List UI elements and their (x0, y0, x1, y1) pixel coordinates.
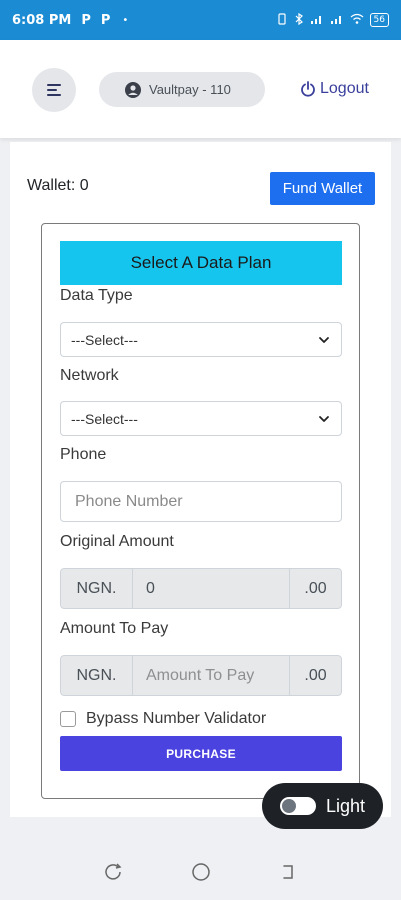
signal-icon (310, 13, 324, 28)
phone-label: Phone (60, 446, 107, 463)
currency-prefix: NGN. (60, 568, 133, 609)
recent-apps-icon (104, 862, 121, 880)
status-time: 6:08 PM (12, 12, 72, 28)
theme-toggle[interactable]: Light (262, 783, 383, 829)
toggle-knob (282, 799, 296, 813)
decimal-suffix: .00 (289, 655, 342, 696)
amount-to-pay-field: Amount To Pay (133, 655, 289, 696)
fund-wallet-button[interactable]: Fund Wallet (270, 172, 375, 205)
wallet-balance: Wallet: 0 (27, 177, 89, 194)
bypass-checkbox[interactable] (60, 711, 76, 727)
original-amount-label: Original Amount (60, 533, 174, 550)
logout-label: Logout (320, 80, 369, 97)
hamburger-icon (47, 84, 61, 96)
account-pill[interactable]: Vaultpay - 110 (99, 72, 265, 107)
network-select[interactable]: ---Select--- (60, 401, 342, 436)
theme-label: Light (326, 795, 366, 816)
form-title: Select A Data Plan (60, 241, 342, 285)
toggle-switch[interactable] (280, 797, 316, 815)
original-amount-field: 0 (133, 568, 289, 609)
data-plan-form: Select A Data Plan Data Type ---Select--… (41, 223, 360, 799)
app-notification-icon: P (100, 12, 111, 28)
app-header: Vaultpay - 110 Logout (0, 40, 401, 138)
amount-to-pay-group: NGN. Amount To Pay .00 (60, 655, 342, 696)
logout-link[interactable]: Logout (300, 80, 369, 98)
network-label: Network (60, 367, 119, 384)
recent-apps-button[interactable] (104, 862, 124, 887)
decimal-suffix: .00 (289, 568, 342, 609)
original-amount-group: NGN. 0 .00 (60, 568, 342, 609)
power-icon (301, 81, 315, 97)
bluetooth-icon (294, 12, 304, 28)
amount-to-pay-label: Amount To Pay (60, 620, 169, 637)
data-type-label: Data Type (60, 287, 133, 304)
bypass-label: Bypass Number Validator (86, 710, 267, 727)
main-card: Wallet: 0 Fund Wallet Select A Data Plan… (10, 142, 391, 817)
vibrate-icon (276, 12, 288, 28)
bypass-validator-row[interactable]: Bypass Number Validator (60, 710, 266, 728)
account-label: Vaultpay - 110 (149, 82, 231, 97)
system-nav-bar (0, 848, 401, 900)
home-button[interactable] (191, 862, 211, 887)
status-icons: 56 (276, 12, 389, 28)
signal-icon (330, 13, 344, 28)
chevron-down-icon (319, 415, 329, 422)
phone-input[interactable] (60, 481, 342, 522)
back-icon (282, 864, 293, 879)
chevron-down-icon (319, 336, 329, 343)
app-notification-icon: P (81, 12, 91, 28)
more-notifications-icon: • (122, 14, 129, 26)
purchase-button[interactable]: PURCHASE (60, 736, 342, 771)
menu-button[interactable] (32, 68, 76, 112)
battery-icon: 56 (369, 13, 389, 27)
network-value: ---Select--- (71, 410, 138, 427)
home-circle-icon (191, 862, 210, 881)
currency-prefix: NGN. (60, 655, 133, 696)
data-type-value: ---Select--- (71, 331, 138, 348)
user-icon (125, 81, 141, 98)
data-type-select[interactable]: ---Select--- (60, 322, 342, 357)
status-bar: 6:08 PM P P • 56 (0, 0, 401, 40)
back-button[interactable] (278, 862, 298, 887)
wifi-icon (350, 13, 364, 28)
